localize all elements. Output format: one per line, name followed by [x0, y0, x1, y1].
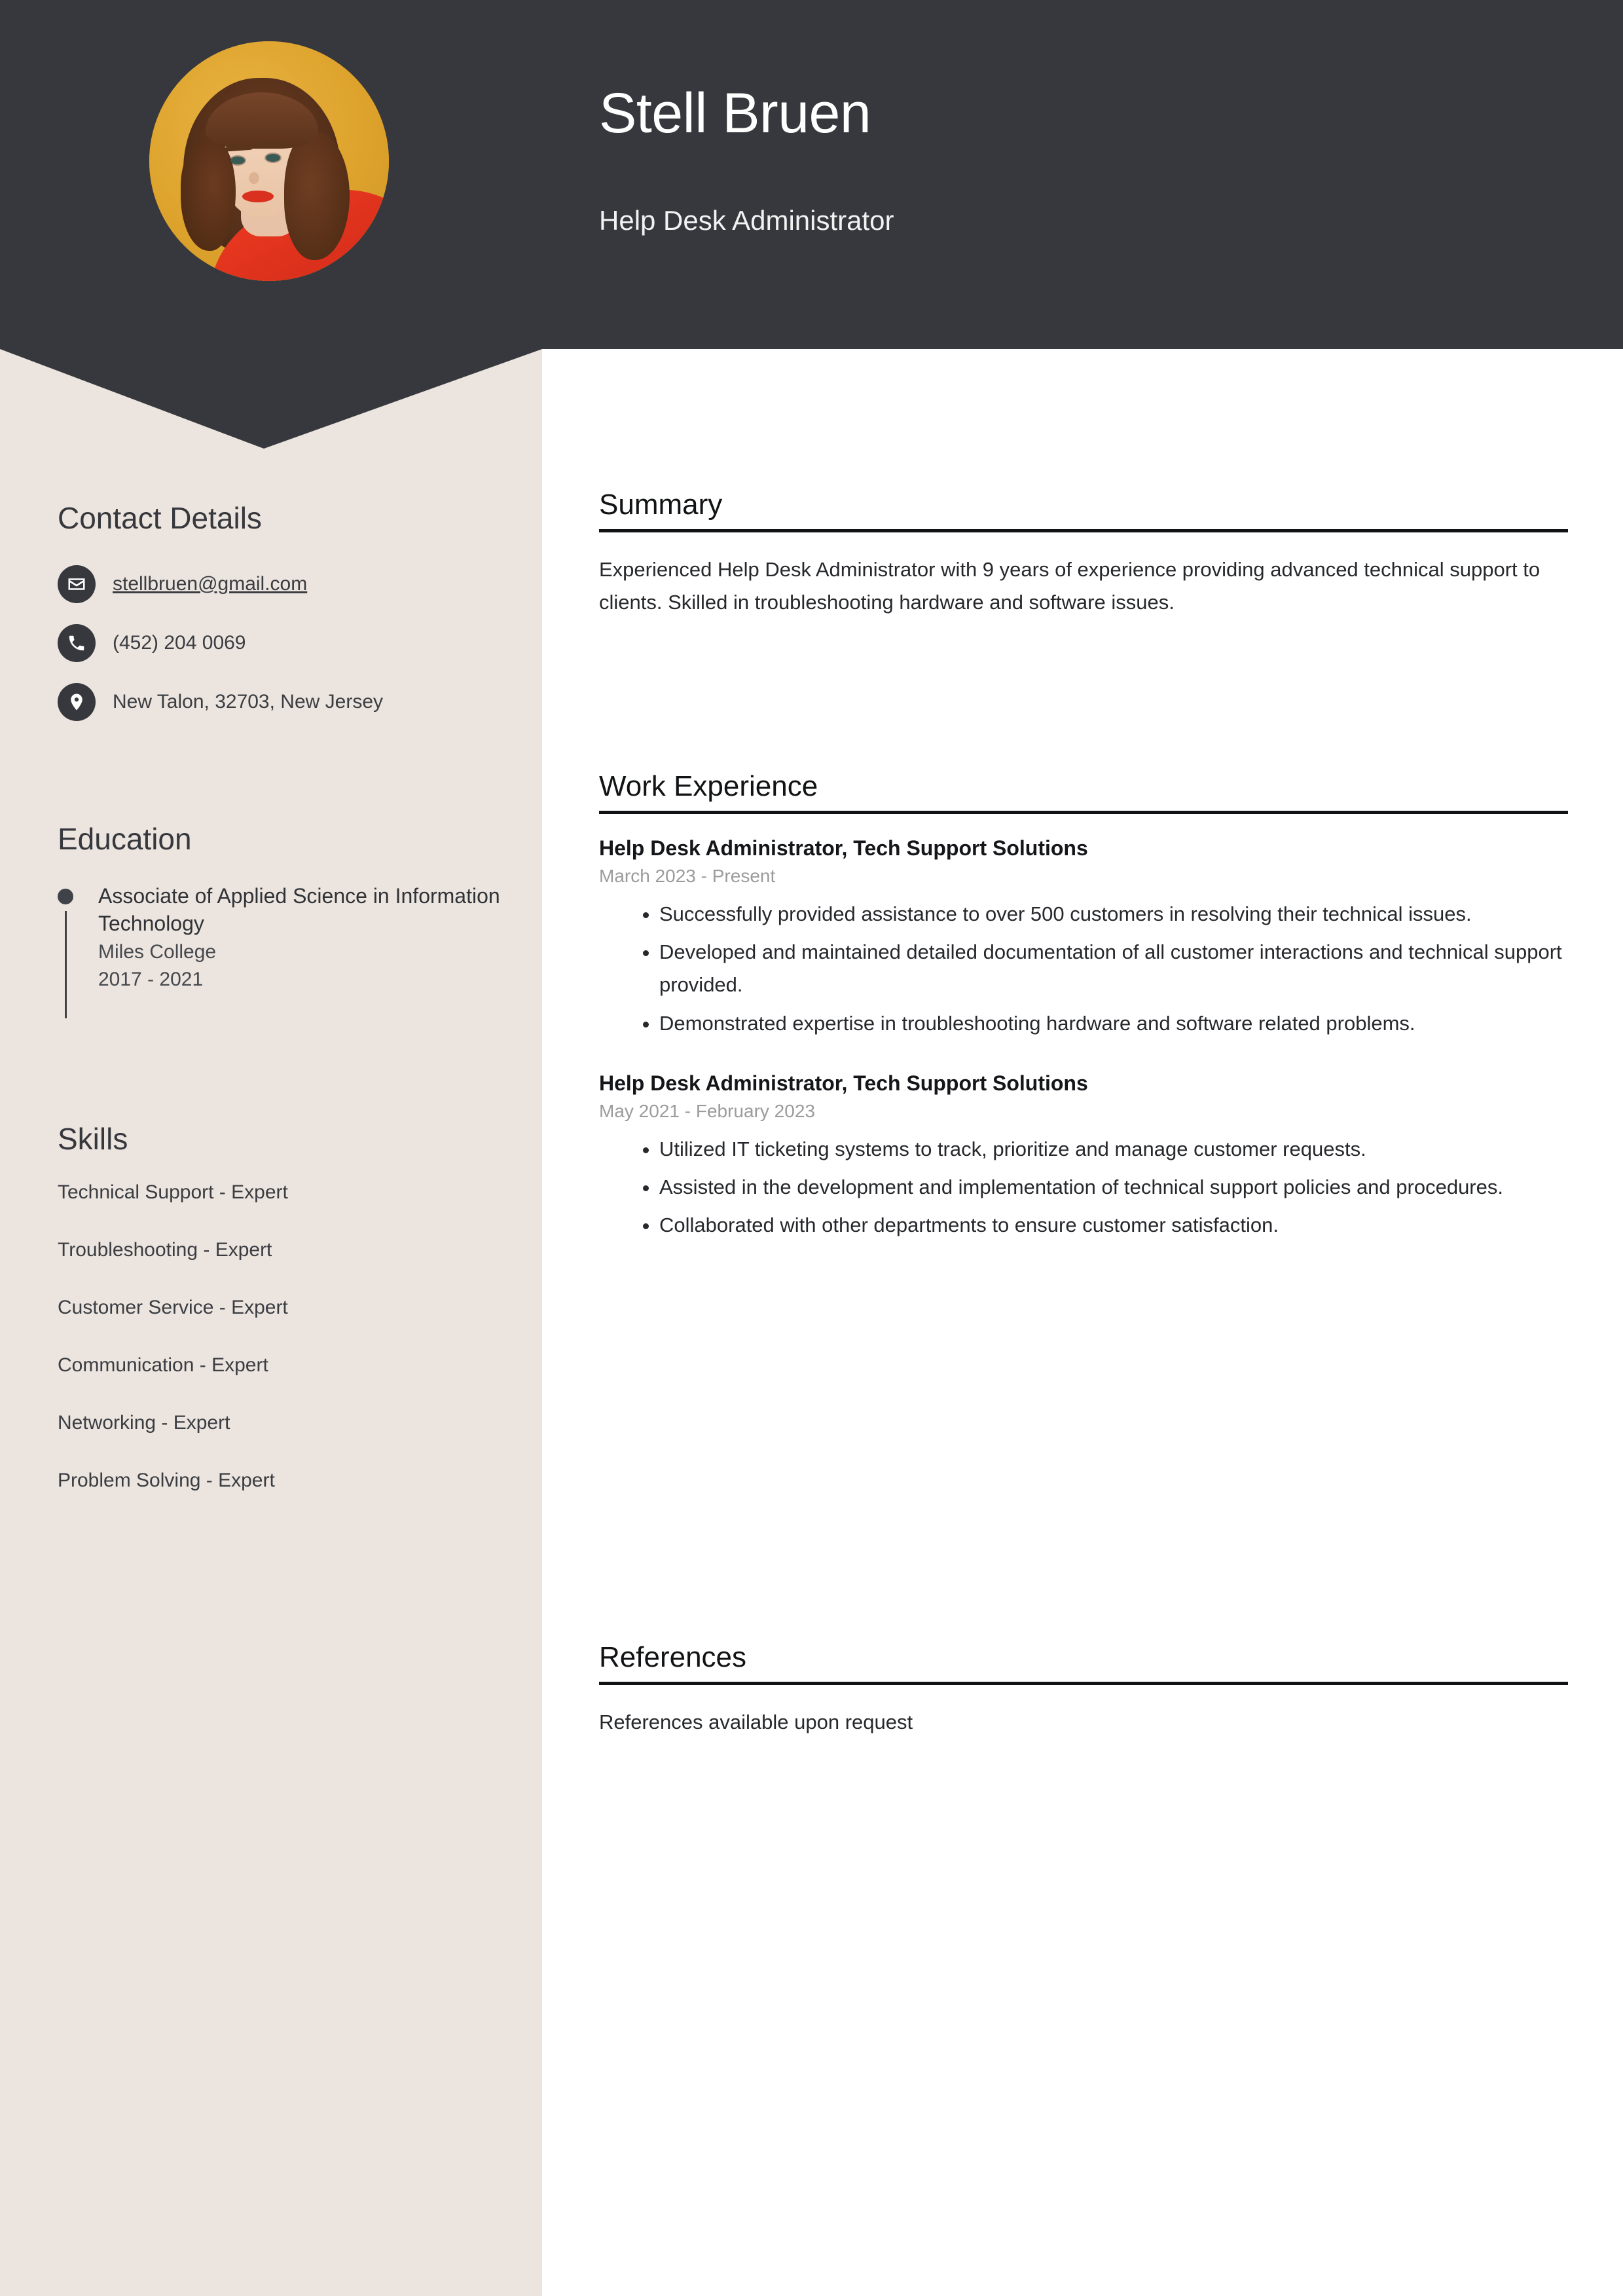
job-entry: Help Desk Administrator, Tech Support So…: [599, 835, 1568, 1040]
summary-section: Summary Experienced Help Desk Administra…: [599, 489, 1568, 620]
contact-email-value[interactable]: stellbruen@gmail.com: [113, 572, 307, 596]
contact-details-heading: Contact Details: [58, 501, 262, 535]
education-heading: Education: [58, 822, 192, 856]
references-text: References available upon request: [599, 1711, 913, 1734]
summary-heading: Summary: [599, 489, 723, 521]
education-degree: Associate of Applied Science in Informat…: [98, 883, 500, 935]
bullet-dot-icon: [58, 888, 73, 904]
section-divider: [599, 811, 1568, 815]
references-section: References References available upon req…: [599, 1642, 1568, 1739]
job-bullet: Collaborated with other departments to e…: [659, 1209, 1568, 1242]
summary-text: Experienced Help Desk Administrator with…: [599, 558, 1541, 614]
job-bullet: Utilized IT ticketing systems to track, …: [659, 1133, 1568, 1166]
work-experience-heading: Work Experience: [599, 770, 818, 802]
skill-item: Communication - Expert: [58, 1354, 268, 1376]
contact-item-address: New Talon, 32703, New Jersey: [58, 682, 516, 721]
portrait-photo-icon: [149, 41, 389, 281]
phone-icon: [58, 623, 96, 662]
job-title: Help Desk Administrator, Tech Support So…: [599, 1071, 1088, 1095]
education-section: Education Associate of Applied Science i…: [58, 822, 516, 1018]
location-pin-icon: [58, 682, 96, 721]
skill-item: Problem Solving - Expert: [58, 1469, 275, 1491]
references-heading: References: [599, 1641, 747, 1673]
education-school: Miles College: [98, 941, 217, 963]
job-bullet: Assisted in the development and implemen…: [659, 1171, 1568, 1204]
contact-item-email[interactable]: stellbruen@gmail.com: [58, 565, 516, 603]
job-bullet: Demonstrated expertise in troubleshootin…: [659, 1007, 1568, 1040]
contact-details-section: Contact Details stellbruen@gmail.com (45…: [58, 502, 516, 742]
envelope-icon: [58, 565, 96, 603]
section-divider: [599, 1682, 1568, 1686]
candidate-role: Help Desk Administrator: [599, 205, 894, 236]
education-item: Associate of Applied Science in Informat…: [58, 882, 516, 1018]
job-dates: March 2023 - Present: [599, 866, 776, 887]
candidate-name: Stell Bruen: [599, 82, 871, 145]
header-chevron-notch: [0, 349, 542, 449]
job-title: Help Desk Administrator, Tech Support So…: [599, 836, 1088, 861]
contact-phone-value: (452) 204 0069: [113, 631, 246, 654]
skills-section: Skills Technical Support - Expert Troubl…: [58, 1122, 516, 1527]
skill-item: Customer Service - Expert: [58, 1296, 288, 1318]
resume-page: Stell Bruen Help Desk Administrator Cont…: [0, 0, 1623, 2296]
education-years: 2017 - 2021: [98, 969, 204, 991]
skill-item: Technical Support - Expert: [58, 1181, 288, 1203]
job-bullet: Successfully provided assistance to over…: [659, 898, 1568, 931]
skills-heading: Skills: [58, 1122, 128, 1156]
avatar: [149, 41, 389, 281]
contact-list: stellbruen@gmail.com (452) 204 0069 New …: [58, 565, 516, 721]
job-bullet: Developed and maintained detailed docume…: [659, 936, 1568, 1001]
job-entry: Help Desk Administrator, Tech Support So…: [599, 1070, 1568, 1242]
contact-address-value: New Talon, 32703, New Jersey: [113, 690, 383, 713]
section-divider: [599, 529, 1568, 533]
job-dates: May 2021 - February 2023: [599, 1100, 815, 1121]
contact-item-phone[interactable]: (452) 204 0069: [58, 623, 516, 662]
timeline-line: [65, 910, 67, 1018]
work-experience-section: Work Experience Help Desk Administrator,…: [599, 771, 1568, 1247]
skill-item: Troubleshooting - Expert: [58, 1238, 272, 1261]
job-bullet-list: Successfully provided assistance to over…: [599, 898, 1568, 1040]
job-bullet-list: Utilized IT ticketing systems to track, …: [599, 1133, 1568, 1242]
skill-item: Networking - Expert: [58, 1411, 230, 1434]
skills-list: Technical Support - Expert Troubleshooti…: [58, 1181, 516, 1492]
